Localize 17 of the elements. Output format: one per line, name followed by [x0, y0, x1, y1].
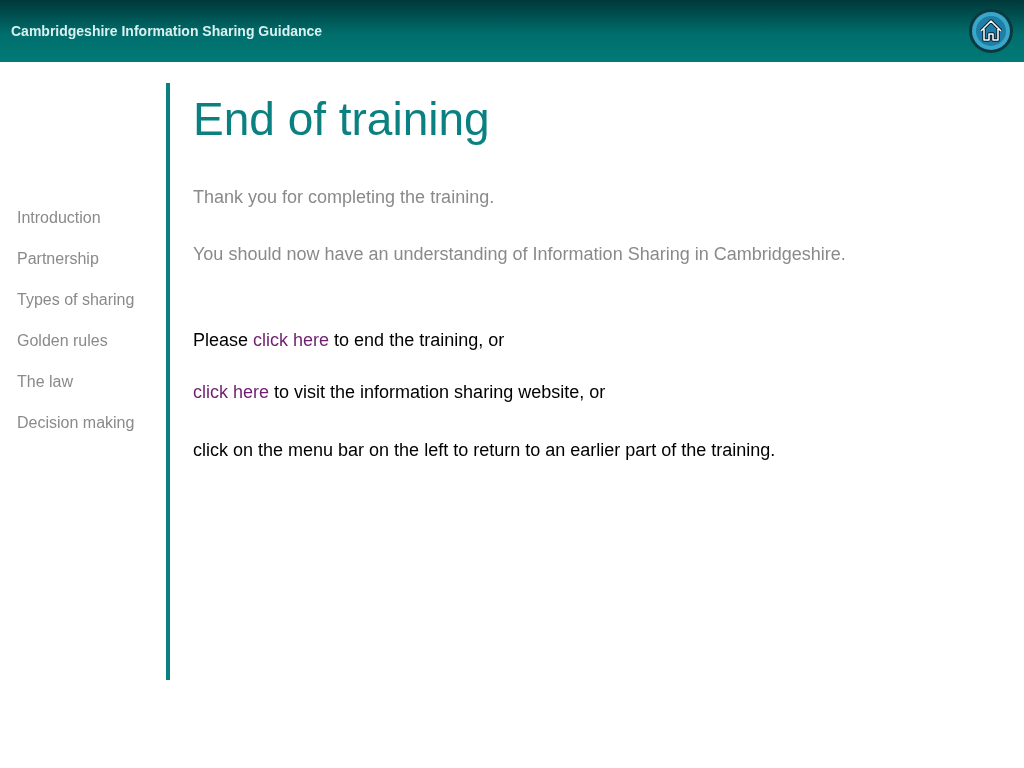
intro-text: Thank you for completing the training.: [193, 186, 496, 209]
home-button[interactable]: [968, 8, 1014, 54]
instruction-text: click here to visit the information sharing website, or: [193, 381, 607, 404]
nav-link[interactable]: Partnership: [17, 248, 166, 269]
nav-link[interactable]: Golden rules: [17, 330, 166, 351]
nav-link[interactable]: Decision making: [17, 412, 166, 433]
click-here-link[interactable]: click here: [253, 330, 330, 350]
page-title: End of training: [193, 93, 491, 145]
header-title: Cambridgeshire Information Sharing Guidance: [11, 23, 323, 39]
nav-link[interactable]: The law: [17, 371, 166, 392]
instruction-text: Please click here to end the training, or: [193, 329, 506, 352]
instruction-text: click on the menu bar on the left to return to an earlier part of the training.: [193, 439, 777, 462]
home-icon: [968, 8, 1014, 54]
nav-link[interactable]: Types of sharing: [17, 289, 166, 310]
click-here-link[interactable]: click here: [193, 382, 270, 402]
intro-text: You should now have an understanding of Information Sharing in Cambridgeshire.: [193, 243, 847, 266]
nav-link[interactable]: Introduction: [17, 207, 166, 228]
